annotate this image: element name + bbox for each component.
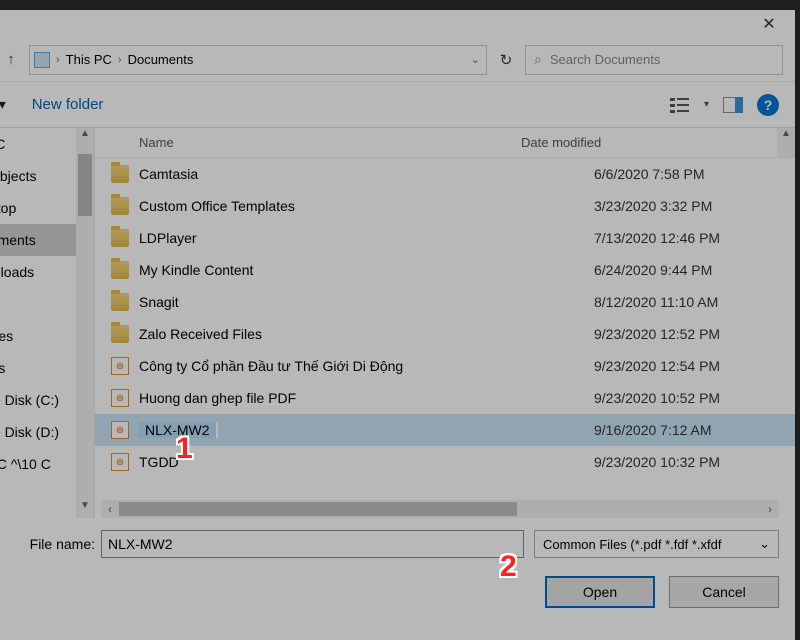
file-date: 3/23/2020 3:32 PM bbox=[594, 198, 779, 214]
sidebar-item[interactable]: DMC ^\10 C bbox=[0, 448, 76, 480]
file-row[interactable]: ◎ Huong dan ghep file PDF9/23/2020 10:52 … bbox=[95, 382, 795, 414]
folder-icon bbox=[111, 261, 129, 279]
crumb-this-pc[interactable]: This PC bbox=[62, 52, 116, 67]
file-date: 6/24/2020 9:44 PM bbox=[594, 262, 779, 278]
filename-label: File name: bbox=[0, 536, 101, 552]
content-area: s PCD Objectsesktopocumentsownloadsusicc… bbox=[0, 128, 795, 518]
folder-icon bbox=[111, 229, 129, 247]
sidebar-item[interactable]: s PC bbox=[0, 128, 76, 160]
view-mode-button[interactable] bbox=[670, 97, 690, 113]
pdf-icon: ◎ bbox=[111, 421, 129, 439]
dialog-footer: File name: Common Files (*.pdf *.fdf *.x… bbox=[0, 518, 795, 608]
sidebar-item[interactable]: ctures bbox=[0, 320, 76, 352]
scroll-down-icon[interactable]: ▼ bbox=[76, 500, 94, 518]
help-button[interactable]: ? bbox=[757, 94, 779, 116]
file-name: Zalo Received Files bbox=[139, 326, 594, 342]
file-row[interactable]: Camtasia6/6/2020 7:58 PM bbox=[95, 158, 795, 190]
file-name: LDPlayer bbox=[139, 230, 594, 246]
cancel-button[interactable]: Cancel bbox=[669, 576, 779, 608]
file-name: NLX-MW2 bbox=[139, 422, 594, 438]
file-open-dialog: ✕ ‹ ↑ › This PC › Documents ⌄ ↻ ⌕ Search… bbox=[0, 10, 795, 640]
file-date: 9/23/2020 12:54 PM bbox=[594, 358, 779, 374]
new-folder-button[interactable]: New folder bbox=[32, 96, 104, 113]
file-date: 9/23/2020 10:52 PM bbox=[594, 390, 779, 406]
filename-input[interactable] bbox=[101, 530, 524, 558]
file-name: Camtasia bbox=[139, 166, 594, 182]
breadcrumb[interactable]: › This PC › Documents ⌄ bbox=[29, 45, 487, 75]
file-row[interactable]: Zalo Received Files9/23/2020 12:52 PM bbox=[95, 318, 795, 350]
refresh-button[interactable]: ↻ bbox=[491, 51, 521, 69]
file-date: 7/13/2020 12:46 PM bbox=[594, 230, 779, 246]
pdf-icon: ◎ bbox=[111, 357, 129, 375]
crumb-documents[interactable]: Documents bbox=[124, 52, 198, 67]
up-button[interactable]: ↑ bbox=[0, 46, 25, 74]
file-name: Công ty Cổ phần Đầu tư Thế Giới Di Động bbox=[139, 358, 594, 374]
folder-icon bbox=[111, 325, 129, 343]
annotation-1: 1 bbox=[176, 432, 206, 462]
pdf-icon: ◎ bbox=[111, 389, 129, 407]
sidebar-item[interactable]: ocal Disk (D:) bbox=[0, 416, 76, 448]
sidebar: s PCD Objectsesktopocumentsownloadsusicc… bbox=[0, 128, 95, 518]
chevron-right-icon: › bbox=[116, 54, 124, 66]
column-date[interactable]: Date modified bbox=[521, 135, 601, 150]
file-row[interactable]: My Kindle Content6/24/2020 9:44 PM bbox=[95, 254, 795, 286]
file-name: Custom Office Templates bbox=[139, 198, 594, 214]
toolbar: e ▾ New folder ▾ ? bbox=[0, 82, 795, 128]
sidebar-item[interactable]: usic bbox=[0, 288, 76, 320]
sidebar-item[interactable]: esktop bbox=[0, 192, 76, 224]
close-button[interactable]: ✕ bbox=[749, 14, 789, 34]
folder-icon bbox=[111, 293, 129, 311]
chevron-down-icon: ⌄ bbox=[759, 536, 770, 552]
folder-icon bbox=[111, 165, 129, 183]
file-date: 9/23/2020 10:32 PM bbox=[594, 454, 779, 470]
sidebar-item[interactable]: ocuments bbox=[0, 224, 76, 256]
location-icon bbox=[34, 52, 50, 68]
scroll-left-icon[interactable]: ‹ bbox=[101, 502, 119, 516]
preview-pane-button[interactable] bbox=[723, 97, 743, 113]
file-date: 8/12/2020 11:10 AM bbox=[594, 294, 779, 310]
search-input[interactable]: ⌕ Search Documents bbox=[525, 45, 783, 75]
sidebar-item[interactable]: D Objects bbox=[0, 160, 76, 192]
pdf-icon: ◎ bbox=[111, 453, 129, 471]
organize-dropdown[interactable]: e ▾ bbox=[0, 92, 12, 117]
address-bar: ‹ ↑ › This PC › Documents ⌄ ↻ ⌕ Search D… bbox=[0, 38, 795, 82]
path-dropdown[interactable]: ⌄ bbox=[469, 53, 482, 66]
file-row[interactable]: Custom Office Templates3/23/2020 3:32 PM bbox=[95, 190, 795, 222]
folder-icon bbox=[111, 197, 129, 215]
file-row[interactable]: ◎ Công ty Cổ phần Đầu tư Thế Giới Di Động… bbox=[95, 350, 795, 382]
search-icon: ⌕ bbox=[534, 51, 542, 68]
sidebar-item[interactable]: ocal Disk (C:) bbox=[0, 384, 76, 416]
sidebar-item[interactable]: ownloads bbox=[0, 256, 76, 288]
file-date: 9/23/2020 12:52 PM bbox=[594, 326, 779, 342]
annotation-2: 2 bbox=[500, 550, 530, 580]
search-placeholder: Search Documents bbox=[550, 52, 661, 67]
open-button[interactable]: Open bbox=[545, 576, 655, 608]
sidebar-scrollbar[interactable]: ▲ ▼ bbox=[76, 128, 94, 518]
column-headers: Name Date modified ▲ bbox=[95, 128, 795, 158]
file-name: Snagit bbox=[139, 294, 594, 310]
file-name: My Kindle Content bbox=[139, 262, 594, 278]
file-row[interactable]: LDPlayer7/13/2020 12:46 PM bbox=[95, 222, 795, 254]
scroll-up-icon[interactable]: ▲ bbox=[76, 128, 94, 146]
filelist-scrollbar[interactable]: ▲ bbox=[777, 128, 795, 157]
sidebar-item[interactable]: deos bbox=[0, 352, 76, 384]
chevron-right-icon: › bbox=[54, 54, 62, 66]
file-date: 6/6/2020 7:58 PM bbox=[594, 166, 779, 182]
file-row[interactable]: Snagit8/12/2020 11:10 AM bbox=[95, 286, 795, 318]
file-name: TGDD bbox=[139, 454, 594, 470]
horizontal-scrollbar[interactable]: ‹ › bbox=[101, 500, 779, 518]
file-date: 9/16/2020 7:12 AM bbox=[594, 422, 779, 438]
titlebar: ✕ bbox=[0, 10, 795, 38]
filetype-select[interactable]: Common Files (*.pdf *.fdf *.xfdf ⌄ bbox=[534, 530, 779, 558]
column-name[interactable]: Name bbox=[111, 135, 521, 150]
scroll-right-icon[interactable]: › bbox=[761, 502, 779, 516]
file-name: Huong dan ghep file PDF bbox=[139, 390, 594, 406]
view-caret[interactable]: ▾ bbox=[704, 99, 709, 110]
